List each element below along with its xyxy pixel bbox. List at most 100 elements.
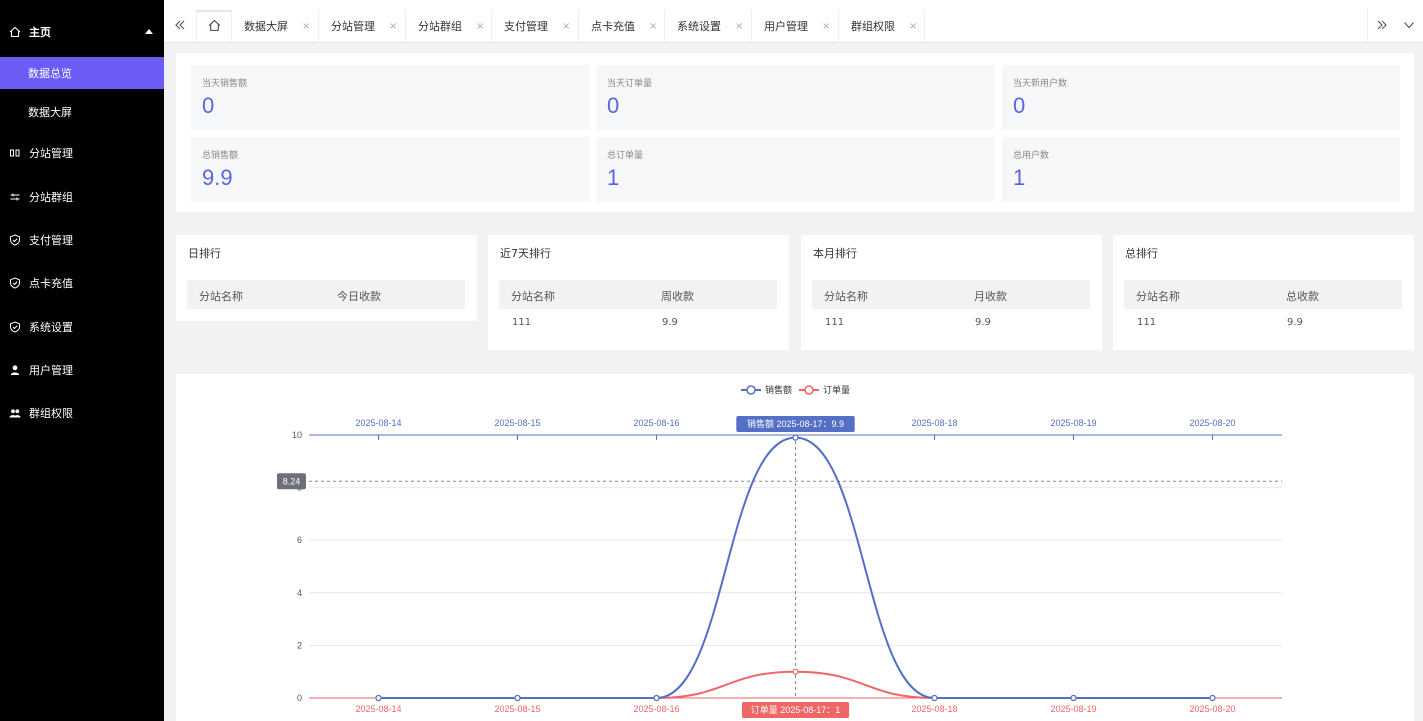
pointer-label-orders: 订单量 2025-08-17：1 [751, 704, 841, 715]
top-axis-label: 2025-08-20 [1189, 418, 1235, 428]
cell-name: 111 [825, 317, 845, 328]
card-title: 本月排行 [813, 247, 857, 260]
table-header: 分站名称 月收款 [812, 280, 1090, 309]
stat-label: 当天销售额 [202, 79, 248, 89]
sidebar-item-home[interactable]: 主页 [0, 16, 164, 48]
tab-label: 分站群组 [418, 20, 462, 33]
tab-bar: 数据大屏 × 分站管理 × 分站群组 × 支付管理 × 点卡充值 × 系统设置 × 用户管理… [164, 0, 1423, 43]
sidebar-item-label: 点卡充值 [29, 277, 73, 290]
data-point [653, 694, 660, 702]
close-icon[interactable]: × [389, 21, 397, 32]
cell-amount: 9.9 [975, 317, 991, 328]
sidebar-item-settings[interactable]: 系统设置 [0, 311, 164, 343]
data-point [375, 694, 382, 702]
data-point [792, 434, 799, 441]
card-title: 近7天排行 [500, 247, 551, 260]
tab-label: 群组权限 [851, 20, 895, 33]
shield-icon [9, 277, 21, 289]
double-chevron-left-icon[interactable] [166, 8, 194, 42]
tab-group-permissions[interactable]: 群组权限 × [839, 10, 925, 42]
column-header: 周收款 [661, 290, 694, 303]
sales-chart[interactable]: 02468102025-08-142025-08-142025-08-15202… [176, 374, 1414, 721]
legend-marker [804, 385, 814, 395]
users-icon [9, 407, 21, 419]
tab-home[interactable] [196, 10, 232, 42]
close-icon[interactable]: × [476, 21, 484, 32]
shield-icon [9, 321, 21, 333]
stat-card: 当天订单量 0 [596, 65, 994, 130]
top-axis-label: 2025-08-15 [494, 418, 540, 428]
sidebar-item-data-screen[interactable]: 数据大屏 [0, 96, 164, 128]
tab-card-recharge[interactable]: 点卡充值 × [579, 10, 665, 42]
sidebar-item-substation-group[interactable]: 分站群组 [0, 181, 164, 213]
bottom-axis-label: 2025-08-15 [494, 704, 540, 714]
sliders-icon [9, 191, 21, 203]
sidebar-item-data-overview[interactable]: 数据总览 [0, 57, 164, 89]
close-icon[interactable]: × [909, 21, 917, 32]
pointer-label-sales: 销售额 2025-08-17：9.9 [747, 418, 844, 429]
chevron-down-icon[interactable] [1395, 8, 1423, 42]
ranking-card-daily: 日排行 分站名称 今日收款 [176, 235, 477, 321]
cell-amount: 9.9 [1287, 317, 1303, 328]
sidebar-item-label: 支付管理 [29, 234, 73, 247]
y-tick-label: 6 [297, 535, 302, 545]
top-axis-label: 2025-08-18 [911, 418, 957, 428]
double-chevron-right-icon[interactable] [1367, 8, 1395, 42]
stat-card: 当天销售额 0 [191, 65, 589, 130]
tab-substation-group[interactable]: 分站群组 × [406, 10, 492, 42]
tab-label: 数据大屏 [244, 20, 288, 33]
stat-value: 1 [607, 165, 620, 190]
sidebar-item-substation[interactable]: 分站管理 [0, 137, 164, 169]
y-tick-label: 0 [297, 693, 302, 703]
bottom-axis-label: 2025-08-20 [1189, 704, 1235, 714]
data-point [514, 694, 521, 702]
bottom-axis-label: 2025-08-19 [1050, 704, 1096, 714]
close-icon[interactable]: × [822, 21, 830, 32]
stat-card: 当天新用户数 0 [1002, 65, 1400, 130]
tab-label: 用户管理 [764, 20, 808, 33]
shield-icon [9, 234, 21, 246]
sidebar-item-label: 系统设置 [29, 321, 73, 334]
data-point [1209, 694, 1216, 702]
stat-label: 总销售额 [202, 151, 239, 161]
close-icon[interactable]: × [302, 21, 310, 32]
sidebar-item-card-recharge[interactable]: 点卡充值 [0, 267, 164, 299]
y-tick-label: 2 [297, 640, 302, 650]
cell-name: 111 [512, 317, 532, 328]
stat-value: 0 [1013, 93, 1026, 118]
stat-value: 1 [1013, 165, 1026, 190]
sidebar-item-label: 数据大屏 [28, 106, 72, 119]
legend-marker [746, 385, 756, 395]
ranking-card-weekly: 近7天排行 分站名称 周收款 111 9.9 [488, 235, 789, 350]
tab-substation[interactable]: 分站管理 × [319, 10, 406, 42]
bottom-axis-label: 2025-08-14 [355, 704, 401, 714]
stats-panel: 当天销售额 0 当天订单量 0 当天新用户数 0 总销售额 9.9 总订单量 1… [176, 53, 1414, 212]
column-header: 今日收款 [337, 290, 381, 303]
sidebar-item-payment[interactable]: 支付管理 [0, 224, 164, 256]
tab-label: 系统设置 [677, 20, 721, 33]
close-icon[interactable]: × [562, 21, 570, 32]
user-icon [9, 364, 21, 376]
sidebar-item-label: 群组权限 [29, 407, 73, 420]
tab-settings[interactable]: 系统设置 × [665, 10, 752, 42]
pointer-label-y: 8.24 [283, 476, 301, 486]
card-title: 总排行 [1125, 247, 1158, 260]
tab-payment[interactable]: 支付管理 × [492, 10, 579, 42]
sidebar-item-group-permissions[interactable]: 群组权限 [0, 397, 164, 429]
home-icon [208, 19, 221, 35]
stat-value: 0 [202, 93, 215, 118]
stat-value: 0 [607, 93, 620, 118]
close-icon[interactable]: × [649, 21, 657, 32]
ranking-card-monthly: 本月排行 分站名称 月收款 111 9.9 [801, 235, 1102, 350]
close-icon[interactable]: × [735, 21, 743, 32]
chevron-up-icon[interactable] [145, 29, 153, 34]
tab-data-screen[interactable]: 数据大屏 × [232, 10, 319, 42]
sidebar-item-users[interactable]: 用户管理 [0, 354, 164, 386]
sidebar-item-label: 分站管理 [29, 147, 73, 160]
bottom-axis-label: 2025-08-18 [911, 704, 957, 714]
top-axis-label: 2025-08-16 [633, 418, 679, 428]
column-header: 分站名称 [511, 290, 555, 303]
tab-users[interactable]: 用户管理 × [752, 10, 839, 42]
top-axis-label: 2025-08-19 [1050, 418, 1096, 428]
tab-label: 点卡充值 [591, 20, 635, 33]
